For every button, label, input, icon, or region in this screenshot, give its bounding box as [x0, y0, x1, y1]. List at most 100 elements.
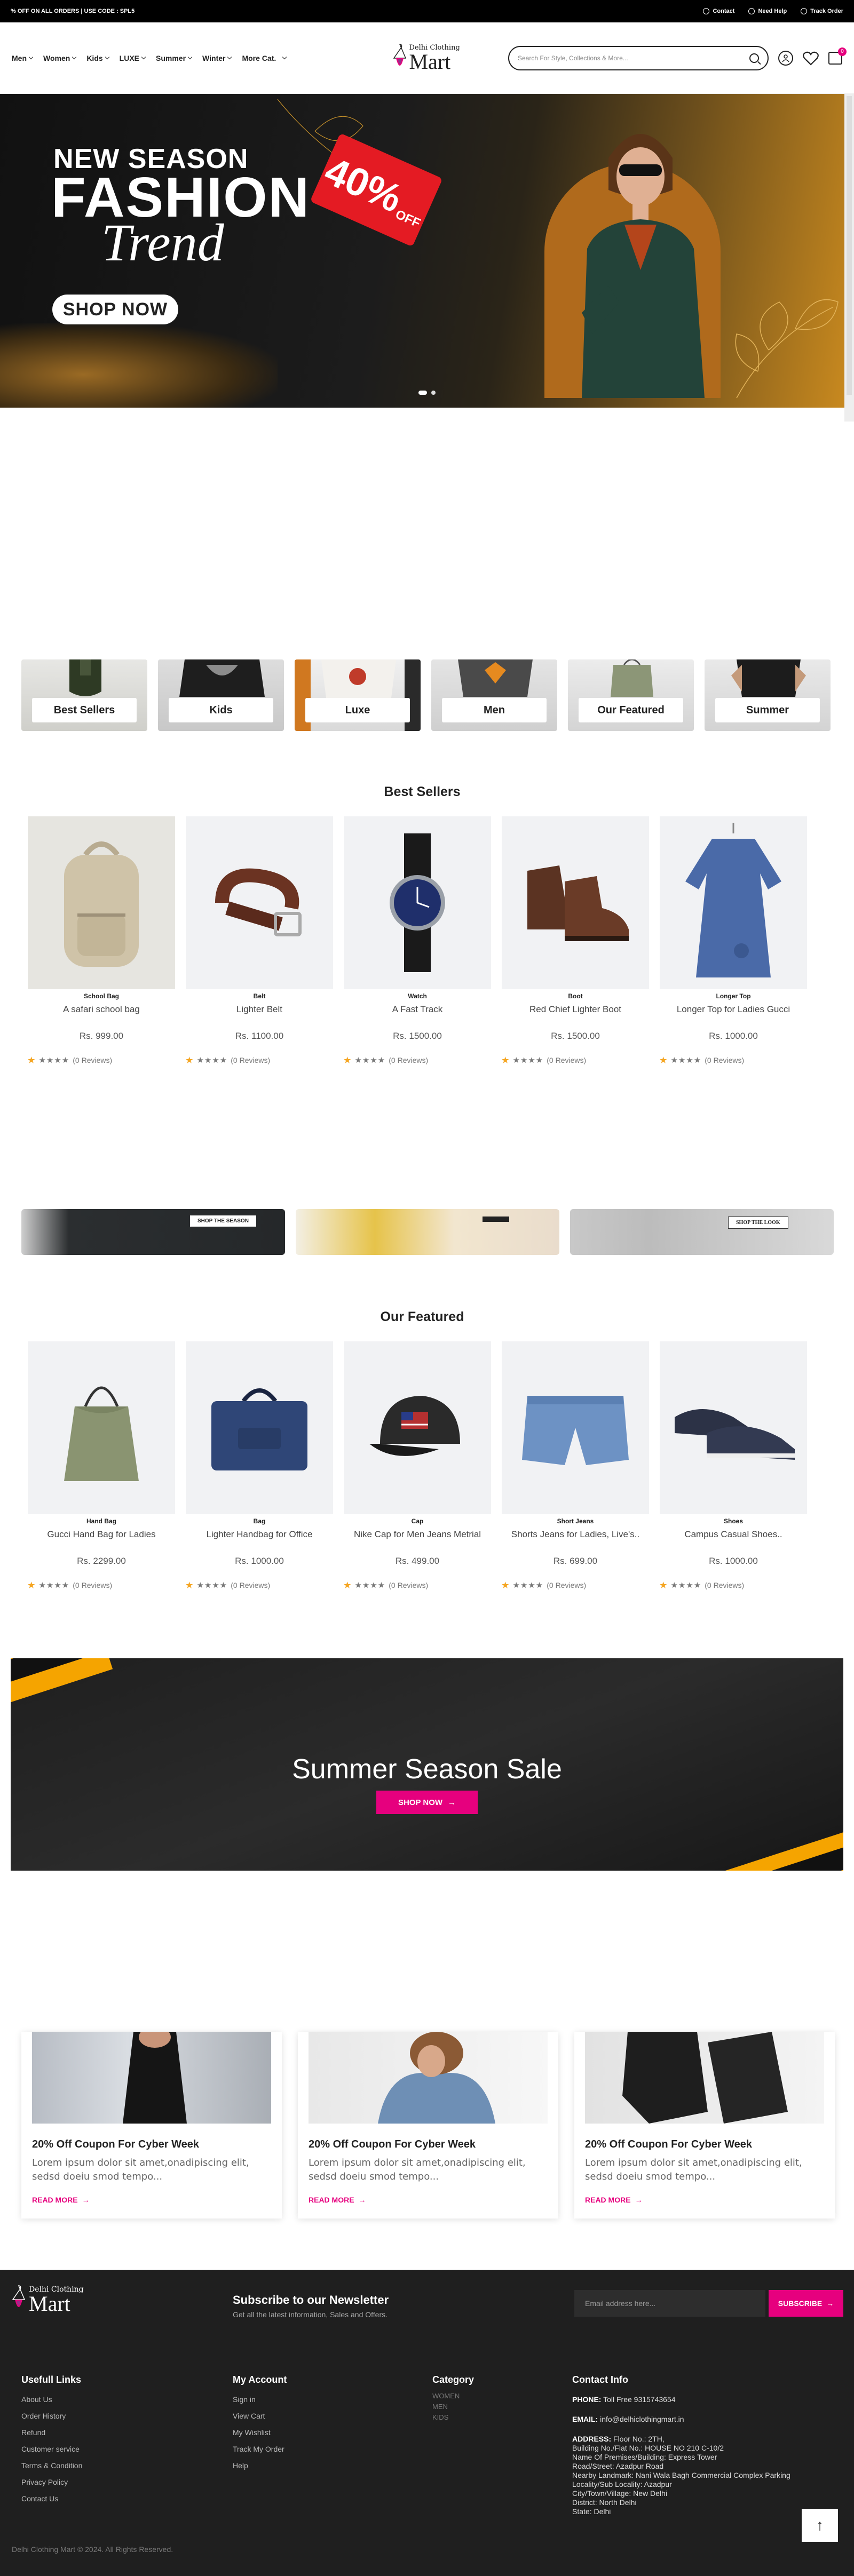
- product-card[interactable]: Hand Bag Gucci Hand Bag for Ladies Rs. 2…: [28, 1341, 175, 1590]
- footer-link[interactable]: KIDS: [432, 2413, 474, 2421]
- promo-banner-3[interactable]: SHOP THE LOOK: [570, 1209, 834, 1255]
- footer-link[interactable]: About Us: [21, 2395, 82, 2404]
- cart-icon[interactable]: 0: [828, 47, 847, 65]
- product-name[interactable]: A safari school bag: [28, 1004, 175, 1015]
- product-image[interactable]: [660, 1341, 807, 1514]
- category-men[interactable]: Men: [431, 659, 557, 731]
- category-summer[interactable]: Summer: [705, 659, 831, 731]
- blog-card[interactable]: 20% Off Coupon For Cyber Week Lorem ipsu…: [21, 2032, 282, 2219]
- product-card[interactable]: Cap Nike Cap for Men Jeans Metrial Rs. 4…: [344, 1341, 491, 1590]
- footer-link[interactable]: Help: [233, 2461, 287, 2470]
- footer-link[interactable]: Refund: [21, 2428, 82, 2437]
- nav-item-more[interactable]: More Cat.: [242, 54, 287, 62]
- email-value[interactable]: info@delhiclothingmart.in: [600, 2415, 684, 2423]
- nav-item-summer[interactable]: Summer: [156, 54, 193, 62]
- hero-shop-now-button[interactable]: SHOP NOW: [52, 295, 178, 324]
- carousel-dots[interactable]: [418, 391, 436, 395]
- footer-link[interactable]: Contact Us: [21, 2494, 82, 2503]
- nav-item-luxe[interactable]: LUXE: [120, 54, 146, 62]
- track-order-link[interactable]: Track Order: [801, 8, 843, 14]
- read-more-link[interactable]: READ MORE →: [309, 2196, 548, 2204]
- read-more-link[interactable]: READ MORE →: [32, 2196, 271, 2204]
- heart-icon[interactable]: [803, 51, 819, 66]
- product-name[interactable]: Shorts Jeans for Ladies, Live's..: [502, 1529, 649, 1540]
- search-icon[interactable]: [749, 53, 759, 63]
- product-name[interactable]: A Fast Track: [344, 1004, 491, 1015]
- product-card[interactable]: School Bag A safari school bag Rs. 999.0…: [28, 816, 175, 1065]
- product-image[interactable]: [344, 1341, 491, 1514]
- nav-item-women[interactable]: Women: [43, 54, 77, 62]
- product-image[interactable]: [502, 816, 649, 989]
- nav-item-winter[interactable]: Winter: [202, 54, 232, 62]
- product-image[interactable]: [28, 816, 175, 989]
- hero-banner[interactable]: NEW SEASON FASHION Trend 40% OFF SHOP NOW: [0, 94, 844, 408]
- blog-image[interactable]: [585, 2032, 824, 2124]
- sale-shop-now-button[interactable]: SHOP NOW →: [376, 1791, 478, 1814]
- header: Men Women Kids LUXE Summer Winter More C…: [0, 22, 854, 94]
- product-name[interactable]: Red Chief Lighter Boot: [502, 1004, 649, 1015]
- footer-link[interactable]: WOMEN: [432, 2392, 474, 2400]
- blog-image[interactable]: [309, 2032, 548, 2124]
- promo-banner-1-button[interactable]: SHOP THE SEASON: [190, 1215, 256, 1227]
- carousel-dot[interactable]: [431, 391, 436, 395]
- product-card[interactable]: Bag Lighter Handbag for Office Rs. 1000.…: [186, 1341, 333, 1590]
- category-luxe[interactable]: Luxe: [295, 659, 421, 731]
- product-card[interactable]: Boot Red Chief Lighter Boot Rs. 1500.00 …: [502, 816, 649, 1065]
- product-image[interactable]: [344, 816, 491, 989]
- scroll-to-top-button[interactable]: ↑: [802, 2509, 838, 2542]
- newsletter-email-input[interactable]: Email address here...: [574, 2290, 765, 2317]
- blog-image[interactable]: [32, 2032, 271, 2124]
- product-image[interactable]: [28, 1341, 175, 1514]
- phone-value[interactable]: Toll Free 9315743654: [603, 2395, 675, 2404]
- product-name[interactable]: Nike Cap for Men Jeans Metrial: [344, 1529, 491, 1540]
- blog-title[interactable]: 20% Off Coupon For Cyber Week: [585, 2138, 824, 2151]
- product-card[interactable]: Shoes Campus Casual Shoes.. Rs. 1000.00 …: [660, 1341, 807, 1590]
- category-kids[interactable]: Kids: [158, 659, 284, 731]
- product-card[interactable]: Longer Top Longer Top for Ladies Gucci R…: [660, 816, 807, 1065]
- footer-link[interactable]: Order History: [21, 2412, 82, 2420]
- product-name[interactable]: Campus Casual Shoes..: [660, 1529, 807, 1540]
- site-logo[interactable]: Delhi Clothing Mart: [393, 42, 460, 74]
- product-card[interactable]: Watch A Fast Track Rs. 1500.00 ★ ★★★★ (0 R…: [344, 816, 491, 1065]
- nav-item-kids[interactable]: Kids: [86, 54, 109, 62]
- footer-link[interactable]: Track My Order: [233, 2445, 287, 2453]
- scrollbar[interactable]: [844, 94, 854, 422]
- promo-banner-2-button[interactable]: [483, 1217, 509, 1222]
- product-image[interactable]: [186, 816, 333, 989]
- contact-link[interactable]: Contact: [703, 8, 734, 14]
- help-link[interactable]: Need Help: [748, 8, 787, 14]
- user-icon[interactable]: [778, 50, 793, 66]
- footer-logo[interactable]: Delhi Clothing Mart: [12, 2284, 84, 2316]
- product-name[interactable]: Gucci Hand Bag for Ladies: [28, 1529, 175, 1540]
- blog-card[interactable]: 20% Off Coupon For Cyber Week Lorem ipsu…: [574, 2032, 835, 2219]
- footer-link[interactable]: Terms & Condition: [21, 2461, 82, 2470]
- blog-title[interactable]: 20% Off Coupon For Cyber Week: [309, 2138, 548, 2151]
- product-name[interactable]: Lighter Handbag for Office: [186, 1529, 333, 1540]
- blog-title[interactable]: 20% Off Coupon For Cyber Week: [32, 2138, 271, 2151]
- category-best-sellers[interactable]: Best Sellers: [21, 659, 147, 731]
- search-input[interactable]: Search For Style, Collections & More...: [508, 45, 769, 70]
- product-name[interactable]: Lighter Belt: [186, 1004, 333, 1015]
- footer-link[interactable]: Privacy Policy: [21, 2478, 82, 2486]
- carousel-dot-active[interactable]: [418, 391, 427, 395]
- product-card[interactable]: Belt Lighter Belt Rs. 1100.00 ★ ★★★★ (0 Re…: [186, 816, 333, 1065]
- category-our-featured[interactable]: Our Featured: [568, 659, 694, 731]
- product-name[interactable]: Longer Top for Ladies Gucci: [660, 1004, 807, 1015]
- product-image[interactable]: [502, 1341, 649, 1514]
- footer-link[interactable]: View Cart: [233, 2412, 287, 2420]
- subscribe-button[interactable]: SUBSCRIBE →: [769, 2290, 843, 2317]
- footer-link[interactable]: Sign in: [233, 2395, 287, 2404]
- read-more-link[interactable]: READ MORE →: [585, 2196, 824, 2204]
- nav-item-men[interactable]: Men: [12, 54, 34, 62]
- promo-banner-1[interactable]: SHOP THE SEASON: [21, 1209, 285, 1255]
- footer-link[interactable]: Customer service: [21, 2445, 82, 2453]
- footer-link[interactable]: MEN: [432, 2403, 474, 2411]
- blog-card[interactable]: 20% Off Coupon For Cyber Week Lorem ipsu…: [298, 2032, 558, 2219]
- footer-link[interactable]: My Wishlist: [233, 2428, 287, 2437]
- star-icon: ★: [186, 1056, 194, 1065]
- promo-banner-3-button[interactable]: SHOP THE LOOK: [728, 1217, 788, 1229]
- product-card[interactable]: Short Jeans Shorts Jeans for Ladies, Liv…: [502, 1341, 649, 1590]
- product-image[interactable]: [660, 816, 807, 989]
- promo-banner-2[interactable]: [296, 1209, 559, 1255]
- product-image[interactable]: [186, 1341, 333, 1514]
